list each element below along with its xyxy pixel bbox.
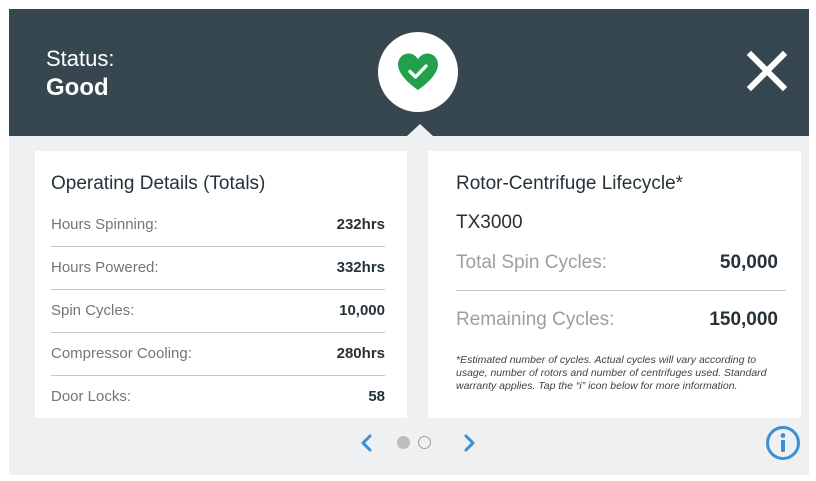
row-label: Hours Spinning: (51, 216, 158, 233)
row-value: 332hrs (336, 259, 385, 276)
info-icon[interactable] (765, 425, 801, 461)
page-dot-active[interactable] (397, 436, 410, 449)
page-dot[interactable] (418, 436, 431, 449)
row-value: 280hrs (336, 345, 385, 362)
lifecycle-title: Rotor-Centrifuge Lifecycle* (456, 173, 684, 194)
row-label: Spin Cycles: (51, 302, 135, 319)
chevron-right-icon[interactable] (461, 434, 477, 452)
operating-row-hours-spinning: Hours Spinning: 232hrs (51, 204, 385, 247)
operating-row-hours-powered: Hours Powered: 332hrs (51, 247, 385, 290)
remaining-cycles-label: Remaining Cycles: (456, 309, 615, 330)
heart-check-icon (398, 53, 438, 90)
operating-details-title: Operating Details (Totals) (51, 173, 266, 194)
operating-row-spin-cycles: Spin Cycles: 10,000 (51, 290, 385, 333)
close-icon[interactable] (746, 50, 788, 92)
rotor-model: TX3000 (456, 212, 523, 233)
divider (456, 290, 786, 291)
lifecycle-footnote: *Estimated number of cycles. Actual cycl… (456, 354, 767, 392)
status-icon-badge (378, 32, 458, 112)
row-value: 232hrs (336, 216, 385, 233)
remaining-cycles-row: Remaining Cycles: 150,000 (456, 301, 786, 341)
row-label: Door Locks: (51, 388, 132, 405)
operating-row-door-locks: Door Locks: 58 (51, 376, 385, 418)
pager (0, 428, 816, 458)
lifecycle-card: Rotor-Centrifuge Lifecycle* TX3000 Total… (428, 151, 801, 418)
total-spin-cycles-value: 50,000 (719, 252, 778, 273)
remaining-cycles-value: 150,000 (709, 309, 778, 330)
row-value: 10,000 (339, 302, 385, 319)
total-spin-cycles-row: Total Spin Cycles: 50,000 (456, 244, 786, 284)
operating-row-compressor-cooling: Compressor Cooling: 280hrs (51, 333, 385, 376)
row-label: Hours Powered: (51, 259, 159, 276)
row-label: Compressor Cooling: (51, 345, 192, 362)
row-value: 58 (368, 388, 385, 405)
total-spin-cycles-label: Total Spin Cycles: (456, 252, 608, 273)
header-pointer (407, 124, 433, 136)
status-label: Status: (46, 46, 115, 71)
operating-details-card: Operating Details (Totals) Hours Spinnin… (35, 151, 407, 418)
chevron-left-icon[interactable] (359, 434, 375, 452)
status-value: Good (46, 74, 109, 101)
